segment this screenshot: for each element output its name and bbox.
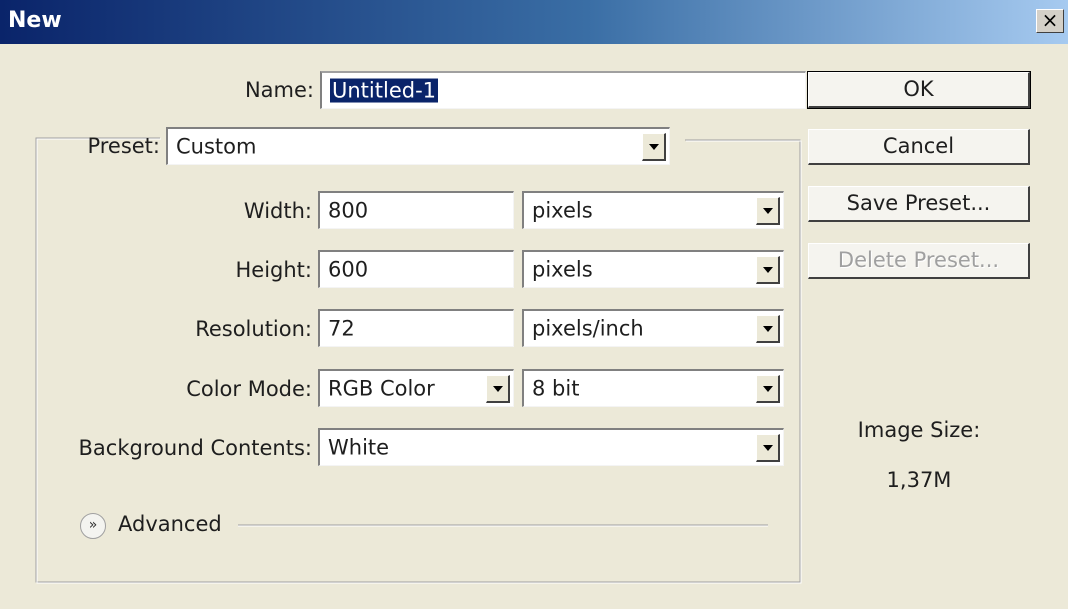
color-mode-value: RGB Color bbox=[328, 376, 435, 401]
delete-preset-button: Delete Preset... bbox=[808, 243, 1030, 279]
width-label: Width: bbox=[243, 199, 312, 223]
cancel-button[interactable]: Cancel bbox=[808, 129, 1030, 165]
color-mode-select[interactable]: RGB Color bbox=[318, 369, 514, 407]
background-contents-select[interactable]: White bbox=[318, 428, 784, 466]
ok-button[interactable]: OK bbox=[807, 71, 1031, 109]
height-unit-select[interactable]: pixels bbox=[522, 250, 784, 288]
resolution-unit-select[interactable]: pixels/inch bbox=[522, 309, 784, 347]
bit-depth-value: 8 bit bbox=[532, 376, 580, 401]
preset-label: Preset: bbox=[87, 134, 160, 158]
chevron-double-down-icon[interactable]: » bbox=[80, 513, 106, 539]
height-input-value: 600 bbox=[328, 257, 369, 282]
chevron-down-icon[interactable] bbox=[642, 132, 666, 161]
background-contents-value: White bbox=[328, 435, 390, 460]
preset-select-value: Custom bbox=[176, 134, 257, 159]
width-unit-select[interactable]: pixels bbox=[522, 191, 784, 229]
height-unit-value: pixels bbox=[532, 257, 593, 282]
window-title: New bbox=[8, 8, 62, 33]
advanced-label[interactable]: Advanced bbox=[118, 512, 222, 536]
name-label: Name: bbox=[244, 78, 314, 102]
chevron-down-icon[interactable] bbox=[756, 433, 780, 462]
name-input-value: Untitled-1 bbox=[330, 78, 439, 103]
resolution-unit-value: pixels/inch bbox=[532, 316, 644, 341]
bit-depth-select[interactable]: 8 bit bbox=[522, 369, 784, 407]
width-unit-value: pixels bbox=[532, 198, 593, 223]
image-size-value: 1,37M bbox=[886, 468, 952, 492]
chevron-down-icon[interactable] bbox=[756, 374, 780, 403]
save-preset-button[interactable]: Save Preset... bbox=[808, 186, 1030, 222]
height-label: Height: bbox=[235, 258, 313, 282]
width-input-value: 800 bbox=[328, 198, 369, 223]
color-mode-label: Color Mode: bbox=[186, 377, 312, 401]
chevron-down-icon[interactable] bbox=[756, 314, 780, 343]
width-input[interactable]: 800 bbox=[318, 191, 514, 229]
title-bar[interactable]: New × bbox=[0, 0, 1068, 44]
dialog-body: Name: Untitled-1 Preset: Custom Width: 8… bbox=[0, 44, 1068, 609]
background-contents-label: Background Contents: bbox=[78, 436, 313, 460]
close-button[interactable]: × bbox=[1036, 9, 1064, 33]
close-icon: × bbox=[1041, 8, 1059, 32]
resolution-input-value: 72 bbox=[328, 316, 355, 341]
resolution-label: Resolution: bbox=[195, 317, 312, 341]
image-size-label: Image Size: bbox=[857, 418, 981, 442]
resolution-input[interactable]: 72 bbox=[318, 309, 514, 347]
new-document-dialog: New × Name: Untitled-1 Preset: Custom Wi… bbox=[0, 0, 1068, 609]
chevron-down-icon[interactable] bbox=[486, 374, 510, 403]
height-input[interactable]: 600 bbox=[318, 250, 514, 288]
chevron-down-icon[interactable] bbox=[756, 255, 780, 284]
name-input[interactable]: Untitled-1 bbox=[320, 71, 806, 109]
preset-select[interactable]: Custom bbox=[166, 127, 670, 165]
chevron-down-icon[interactable] bbox=[756, 196, 780, 225]
